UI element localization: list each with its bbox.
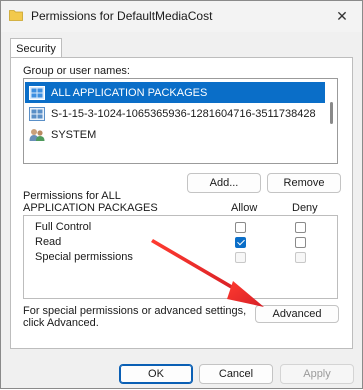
advanced-hint-line2: click Advanced. [23,317,99,329]
close-button[interactable]: ✕ [327,3,357,29]
permissions-dialog: Permissions for DefaultMediaCost ✕ Secur… [0,0,363,389]
tab-security[interactable]: Security [10,38,62,58]
group-user-list[interactable]: ALL APPLICATION PACKAGES S-1-15-3-1024-1… [23,78,338,164]
list-item[interactable]: ALL APPLICATION PACKAGES [25,82,325,103]
add-button[interactable]: Add... [187,173,261,193]
allow-read-checkbox[interactable] [235,237,246,248]
permissions-header-line2: APPLICATION PACKAGES [23,202,158,214]
permission-name: Full Control [35,221,92,233]
list-item-label: S-1-15-3-1024-1065365936-1281604716-3511… [51,107,316,120]
list-scrollbar[interactable] [327,80,336,162]
folder-icon [9,10,23,21]
apply-button[interactable]: Apply [280,364,354,384]
cancel-button[interactable]: Cancel [199,364,273,384]
ok-button[interactable]: OK [119,364,193,384]
window-title: Permissions for DefaultMediaCost [31,9,213,23]
scrollbar-thumb[interactable] [330,102,333,124]
deny-column-header: Deny [292,202,318,214]
deny-full-control-checkbox[interactable] [295,222,306,233]
list-item-label: ALL APPLICATION PACKAGES [51,86,208,99]
permission-name: Special permissions [35,251,133,263]
users-icon [29,128,45,141]
permission-name: Read [35,236,62,248]
advanced-hint-line1: For special permissions or advanced sett… [23,305,247,317]
remove-button[interactable]: Remove [267,173,341,193]
tab-label: Security [16,42,56,55]
permissions-header-line1: Permissions for ALL [23,190,121,202]
allow-special-checkbox [235,252,246,263]
allow-full-control-checkbox[interactable] [235,222,246,233]
allow-column-header: Allow [231,202,258,214]
deny-read-checkbox[interactable] [295,237,306,248]
permissions-list: Full Control Read Special permissions [23,215,338,299]
list-item-label: SYSTEM [51,128,97,141]
sid-icon [29,106,45,121]
list-item[interactable]: SYSTEM [25,124,325,145]
list-item[interactable]: S-1-15-3-1024-1065365936-1281604716-3511… [25,103,325,124]
group-names-label: Group or user names: [23,65,130,77]
title-bar[interactable]: Permissions for DefaultMediaCost ✕ [1,1,362,32]
deny-special-checkbox [295,252,306,263]
app-packages-icon [29,85,45,100]
close-icon: ✕ [336,7,348,24]
advanced-button[interactable]: Advanced [255,305,339,323]
